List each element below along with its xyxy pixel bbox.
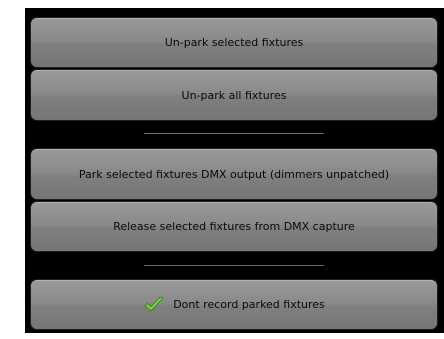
unpark-all-label: Un-park all fixtures (181, 88, 287, 102)
unpark-all-button[interactable]: Un-park all fixtures (30, 69, 438, 121)
separator-line (144, 265, 324, 266)
park-selected-dmx-button[interactable]: Park selected fixtures DMX output (dimme… (30, 148, 438, 200)
dont-record-parked-toggle[interactable]: Dont record parked fixtures (30, 279, 438, 330)
separator-line (144, 133, 324, 134)
release-dmx-capture-label: Release selected fixtures from DMX captu… (113, 220, 355, 233)
unpark-selected-label: Un-park selected fixtures (164, 36, 304, 49)
park-selected-dmx-label: Park selected fixtures DMX output (dimme… (78, 167, 390, 181)
checkmark-icon (143, 296, 165, 314)
park-options-panel: Un-park selected fixtures Un-park all fi… (25, 8, 444, 333)
unpark-selected-button[interactable]: Un-park selected fixtures (30, 17, 438, 68)
dont-record-parked-label: Dont record parked fixtures (173, 298, 325, 311)
release-dmx-capture-button[interactable]: Release selected fixtures from DMX captu… (30, 201, 438, 252)
